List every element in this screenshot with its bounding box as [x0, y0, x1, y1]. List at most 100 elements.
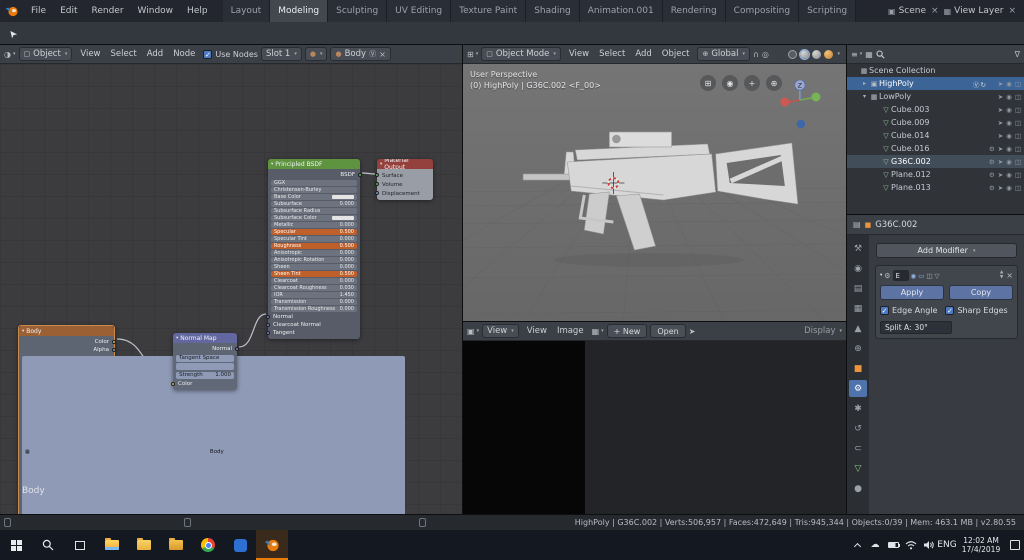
properties-tab[interactable]: ▦ — [849, 300, 867, 317]
orientation-dropdown[interactable]: ⊕Global▾ — [697, 47, 750, 61]
outliner-item-name[interactable]: G36C.002 — [891, 157, 987, 166]
menu-item[interactable]: Select — [106, 49, 142, 59]
node-output-socket[interactable]: Color — [22, 338, 111, 346]
shading-solid-icon[interactable] — [800, 50, 809, 59]
socket-dot[interactable] — [112, 340, 116, 344]
tray-expand-button[interactable] — [848, 530, 866, 560]
add-modifier-button[interactable]: Add Modifier▾ — [876, 243, 1017, 258]
shading-rendered-icon[interactable] — [824, 50, 833, 59]
unlink-material-icon[interactable]: × — [379, 50, 386, 59]
task-view-button[interactable] — [64, 530, 96, 560]
taskbar-search-button[interactable] — [32, 530, 64, 560]
select-toggle-icon[interactable]: ➤ — [998, 80, 1003, 88]
socket-dot[interactable] — [112, 348, 116, 352]
menu-item[interactable]: Render — [85, 0, 131, 22]
hide-toggle-icon[interactable]: ◉ — [1006, 145, 1012, 153]
node-property-field[interactable]: Sheen Tint0.500 — [271, 271, 357, 277]
node-property-field[interactable]: Strength1.000 — [176, 372, 234, 379]
properties-tab[interactable]: ⚒ — [849, 240, 867, 257]
display-mode-icon[interactable]: ▦ — [865, 50, 873, 59]
principled-bsdf-node[interactable]: ▾Principled BSDF BSDF GGXChristensen-Bur… — [268, 159, 360, 339]
action-center-button[interactable] — [1006, 530, 1024, 560]
socket-dot[interactable] — [266, 323, 270, 327]
gizmo-y-axis[interactable] — [811, 93, 820, 102]
workspace-tab[interactable]: Layout — [223, 0, 271, 22]
node-property-field[interactable]: Specular Tint0.000 — [271, 236, 357, 242]
view-layer-selector[interactable]: View Layer — [954, 6, 1003, 16]
scene-unlink-icon[interactable]: × — [929, 6, 941, 16]
node-property-field[interactable]: Subsurface0.000 — [271, 201, 357, 207]
tweak-tool-icon[interactable]: ➤ — [6, 26, 20, 39]
select-toggle-icon[interactable]: ➤ — [998, 106, 1003, 114]
node-input-socket[interactable]: Tangent — [271, 329, 357, 337]
menu-item[interactable]: Edit — [53, 0, 84, 22]
render-toggle-icon[interactable]: ◫ — [1015, 93, 1021, 101]
outliner-row[interactable]: ▸ ▣ HighPoly Ⓥ↻ ⚙ ➤ ◉ ◫ — [847, 77, 1024, 90]
render-toggle-icon[interactable]: ◫ — [1015, 106, 1021, 114]
properties-tab[interactable]: ⚙ — [849, 380, 867, 397]
menu-item[interactable]: View — [564, 49, 594, 59]
render-toggle-icon[interactable]: ◫ — [1015, 184, 1021, 192]
select-toggle-icon[interactable]: ➤ — [998, 171, 1003, 179]
properties-tab[interactable]: ▽ — [849, 460, 867, 477]
properties-editor-type-icon[interactable]: ▤ — [853, 220, 861, 229]
node-property-field[interactable]: Tangent Space — [176, 355, 234, 362]
node-property-field[interactable]: Metallic0.000 — [271, 222, 357, 228]
viewport-canvas[interactable]: Z User Perspective (0) HighPoly | G36C.0… — [463, 64, 846, 321]
display-dropdown[interactable]: Display — [804, 326, 835, 336]
render-toggle-icon[interactable]: ◫ — [1015, 158, 1021, 166]
viewport-editor-type-icon[interactable]: ⊞▾ — [467, 50, 478, 59]
modifier-name-field[interactable]: E — [893, 270, 909, 281]
zoom-icon[interactable]: ⊕ — [766, 75, 782, 91]
node-property-field[interactable] — [176, 363, 234, 370]
properties-tab[interactable]: ● — [849, 480, 867, 497]
node-property-field[interactable]: Base Color — [271, 194, 357, 200]
browse-image-icon[interactable]: ▦▾ — [592, 327, 604, 336]
volume-icon[interactable] — [920, 530, 938, 560]
outliner-item-name[interactable]: Cube.016 — [891, 144, 987, 153]
outliner-item-name[interactable]: HighPoly — [879, 79, 973, 88]
outliner-row[interactable]: ▽ G36C.002 ⚙ ➤ ◉ ◫ — [847, 155, 1024, 168]
folder-shortcut[interactable] — [128, 530, 160, 560]
disclosure-triangle[interactable]: ▸ — [860, 80, 869, 87]
node-property-field[interactable]: Anisotropic0.000 — [271, 250, 357, 256]
workspace-tab[interactable]: Shading — [526, 0, 580, 22]
socket-dot[interactable] — [358, 173, 362, 177]
properties-tab[interactable]: ▲ — [849, 320, 867, 337]
shader-type-dropdown[interactable]: ▢Object▾ — [19, 47, 73, 61]
node-property-field[interactable]: Subsurface Radius — [271, 208, 357, 214]
hide-toggle-icon[interactable]: ◉ — [1006, 171, 1012, 179]
node-property-field[interactable]: Transmission0.000 — [271, 299, 357, 305]
shading-material-icon[interactable] — [812, 50, 821, 59]
node-header[interactable]: ▾Body — [19, 326, 114, 336]
taskbar-clock[interactable]: 12:02 AM 17/4/2019 — [956, 530, 1006, 560]
open-image-button[interactable]: Open — [650, 324, 685, 338]
search-icon[interactable] — [876, 50, 885, 59]
select-toggle-icon[interactable]: ➤ — [998, 93, 1003, 101]
scene-selector[interactable]: Scene — [899, 6, 926, 16]
menu-item[interactable]: Window — [131, 0, 181, 22]
socket-dot[interactable] — [375, 173, 379, 177]
socket-dot[interactable] — [266, 315, 270, 319]
render-toggle-icon[interactable]: ◉ — [911, 272, 917, 280]
language-indicator[interactable]: ENG — [938, 530, 956, 560]
render-toggle-icon[interactable]: ◫ — [1015, 80, 1021, 88]
mode-dropdown[interactable]: ▢Object Mode▾ — [481, 47, 561, 61]
outliner-row[interactable]: ▽ Plane.012 ⚙ ➤ ◉ ◫ — [847, 168, 1024, 181]
material-selector[interactable]: ●BodyⓋ× — [330, 47, 390, 61]
select-toggle-icon[interactable]: ➤ — [998, 184, 1003, 192]
gizmo-minus-z-axis[interactable] — [797, 120, 805, 128]
node-property-field[interactable]: Christensen-Burley — [271, 187, 357, 193]
delete-modifier-icon[interactable]: × — [1006, 271, 1013, 280]
select-toggle-icon[interactable]: ➤ — [998, 158, 1003, 166]
outliner-item-name[interactable]: Cube.003 — [891, 105, 987, 114]
socket-dot[interactable] — [235, 347, 239, 351]
network-icon[interactable] — [902, 530, 920, 560]
view-layer-unlink-icon[interactable]: × — [1006, 6, 1018, 16]
node-output-socket[interactable]: Normal — [176, 345, 234, 353]
outliner-item-name[interactable]: Cube.009 — [891, 118, 987, 127]
node-output-socket[interactable]: Alpha — [22, 346, 111, 354]
menu-item[interactable]: Image — [552, 326, 589, 336]
hide-toggle-icon[interactable]: ◉ — [1006, 132, 1012, 140]
outliner-editor-type-icon[interactable]: ≡▾ — [851, 50, 862, 59]
